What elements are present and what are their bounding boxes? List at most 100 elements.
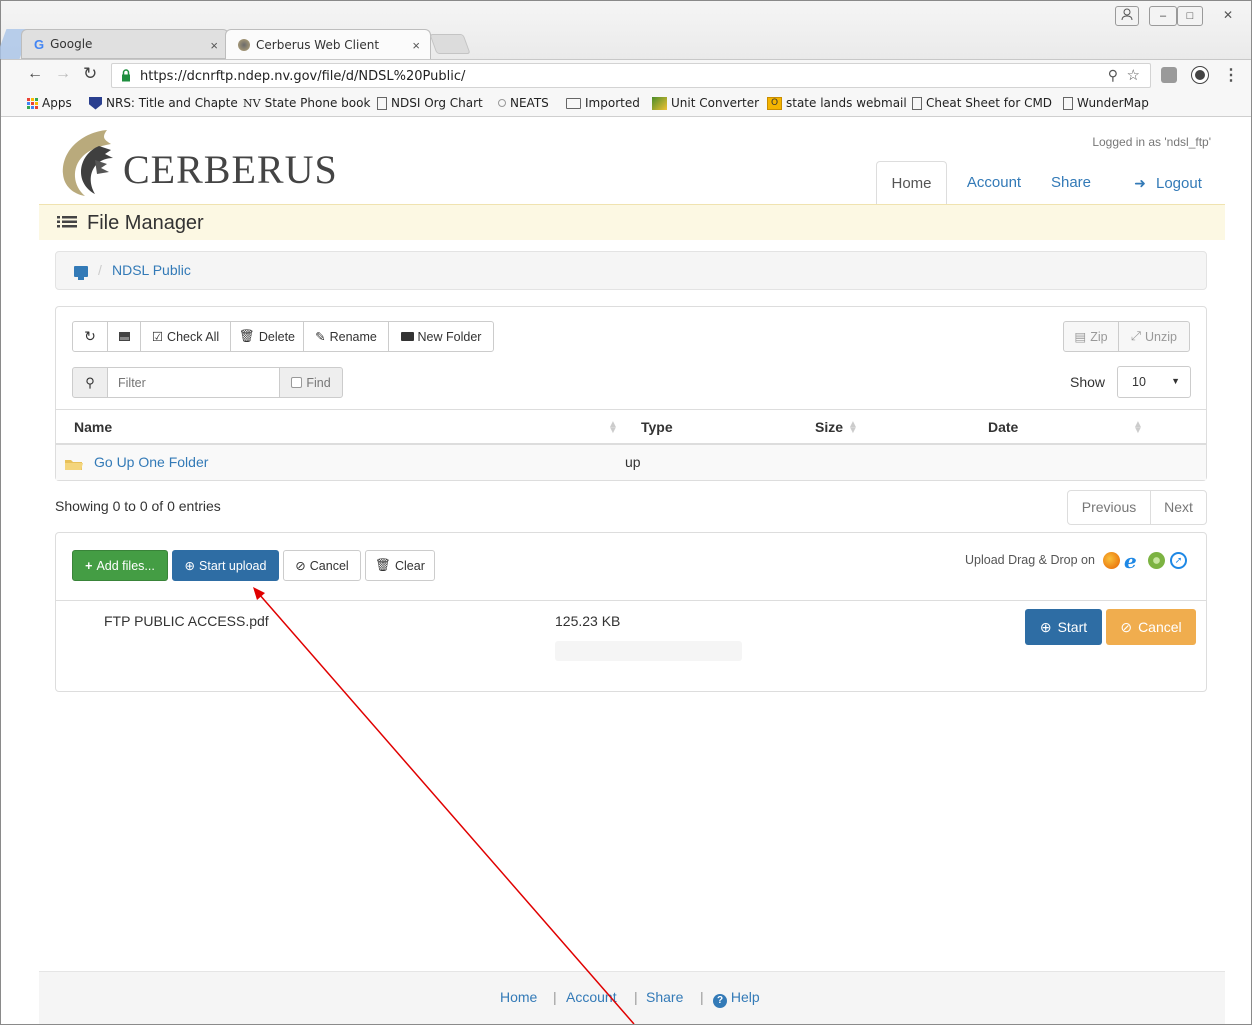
rename-button[interactable]: ✎ Rename: [303, 321, 389, 352]
start-file-button[interactable]: ⊕ Start: [1025, 609, 1102, 645]
new-folder-button[interactable]: New Folder: [388, 321, 494, 352]
bookmark-webmail[interactable]: O state lands webmail: [767, 96, 907, 110]
nav-account[interactable]: Account: [964, 161, 1024, 205]
web-page: CERBERUS Logged in as 'ndsl_ftp' Home Ac…: [39, 118, 1225, 1024]
footer-separator: |: [700, 989, 704, 1005]
add-files-button[interactable]: + Add files...: [72, 550, 168, 581]
footer-separator: |: [634, 989, 638, 1005]
col-name[interactable]: Name: [74, 410, 112, 444]
page-size-select[interactable]: 10 ▼: [1117, 366, 1191, 398]
nav-logout[interactable]: ➜ Logout: [1128, 161, 1208, 205]
translate-icon[interactable]: ⚲: [1108, 67, 1118, 84]
bookmark-apps[interactable]: Apps: [27, 96, 72, 110]
cancel-upload-button[interactable]: ⊘ Cancel: [283, 550, 361, 581]
table-header: Name ▲ ▼ Type Size ▲ ▼ Date ▲ ▼: [56, 409, 1206, 445]
bookmark-phone-book[interactable]: NV State Phone book: [243, 96, 370, 110]
breadcrumb-folder[interactable]: NDSL Public: [112, 262, 191, 278]
bookmark-nrs[interactable]: NRS: Title and Chapte: [89, 96, 238, 110]
bookmark-wundermap[interactable]: WunderMap: [1063, 96, 1149, 110]
col-type[interactable]: Type: [641, 410, 673, 444]
close-window-icon[interactable]: ✕: [1213, 8, 1243, 26]
nav-home[interactable]: Home: [876, 161, 947, 205]
zip-button[interactable]: ▤ Zip: [1063, 321, 1119, 352]
nav-share[interactable]: Share: [1046, 161, 1096, 205]
folder-icon: [566, 97, 581, 109]
find-checkbox-addon[interactable]: Find: [279, 367, 343, 398]
dot-icon: [498, 99, 506, 107]
omnibox[interactable]: https://dcnrftp.ndep.nv.gov/file/d/NDSL%…: [111, 63, 1151, 88]
footer-account[interactable]: Account: [566, 989, 617, 1005]
footer-help[interactable]: ? Help: [713, 989, 760, 1008]
bookmarks-bar: Apps NRS: Title and Chapte NV State Phon…: [1, 91, 1251, 117]
url-text[interactable]: https://dcnrftp.ndep.nv.gov/file/d/NDSL%…: [140, 69, 465, 84]
reload-icon[interactable]: ↻: [83, 64, 97, 84]
delete-button[interactable]: 🗑 Delete: [230, 321, 304, 352]
upload-progress-bar: [555, 641, 742, 661]
tab-close-icon[interactable]: ×: [412, 38, 420, 53]
browser-titlebar: G Google × Cerberus Web Client × – □ ✕: [0, 1, 1251, 61]
new-tab-button[interactable]: [429, 34, 471, 54]
cancel-file-button[interactable]: ⊘ Cancel: [1106, 609, 1196, 645]
checkbox-icon[interactable]: [291, 377, 303, 388]
cerberus-logo-icon[interactable]: [55, 124, 119, 198]
tab-cerberus[interactable]: Cerberus Web Client ×: [225, 29, 431, 59]
col-date[interactable]: Date: [988, 410, 1018, 444]
upload-circle-icon: ⊕: [1039, 618, 1052, 635]
bookmark-cheat-sheet[interactable]: Cheat Sheet for CMD: [912, 96, 1052, 110]
lock-icon: [121, 69, 131, 85]
chevron-down-icon: ▼: [1171, 376, 1180, 386]
menu-kebab-icon[interactable]: ⋮: [1223, 65, 1239, 85]
previous-page-button[interactable]: Previous: [1067, 490, 1151, 525]
sort-icon[interactable]: ▲ ▼: [848, 420, 858, 436]
col-size[interactable]: Size: [815, 410, 843, 444]
folder-up-icon: [64, 457, 83, 470]
page-icon: [1063, 96, 1073, 110]
forward-icon[interactable]: →: [55, 65, 71, 83]
clear-label: Clear: [395, 558, 425, 573]
refresh-button[interactable]: ↻: [72, 321, 108, 352]
back-icon[interactable]: ←: [27, 65, 43, 83]
maximize-icon[interactable]: □: [1177, 6, 1203, 26]
nv-icon: NV: [243, 96, 261, 110]
minimize-icon[interactable]: –: [1149, 6, 1177, 26]
page-icon: [377, 96, 387, 110]
tab-google-title: Google: [50, 37, 93, 51]
extension-icon[interactable]: [1161, 67, 1177, 83]
sort-icon[interactable]: ▲ ▼: [608, 420, 618, 436]
logged-in-text: Logged in as 'ndsl_ftp': [1092, 135, 1211, 149]
tab-google[interactable]: G Google ×: [21, 29, 229, 59]
table-row[interactable]: Go Up One Folder up: [56, 445, 1206, 480]
bookmark-org-chart[interactable]: NDSI Org Chart: [377, 96, 483, 110]
star-icon[interactable]: ☆: [1127, 66, 1140, 84]
upload-file-name: FTP PUBLIC ACCESS.pdf: [104, 613, 269, 629]
extension-circle-icon[interactable]: [1192, 67, 1208, 83]
check-all-button[interactable]: ☑ Check All: [140, 321, 231, 352]
user-profile-icon[interactable]: [1115, 6, 1139, 26]
apps-grid-icon: [27, 97, 38, 109]
bookmark-neats[interactable]: NEATS: [498, 96, 549, 110]
bookmark-unit-converter[interactable]: Unit Converter: [652, 96, 759, 110]
footer-share[interactable]: Share: [646, 989, 683, 1005]
bookmark-label: Unit Converter: [671, 96, 760, 110]
cerberus-favicon-icon: [238, 38, 250, 51]
computer-icon[interactable]: [74, 266, 88, 277]
next-page-button[interactable]: Next: [1150, 490, 1207, 525]
row-type: up: [625, 454, 641, 470]
filter-input[interactable]: [107, 367, 280, 398]
footer: Home | Account | Share | ? Help: [39, 971, 1225, 1024]
chrome-icon: [1148, 552, 1165, 569]
divider: [56, 600, 1206, 601]
unzip-button[interactable]: ⤢ Unzip: [1118, 321, 1190, 352]
start-upload-button[interactable]: ⊕ Start upload: [172, 550, 279, 581]
go-up-link[interactable]: Go Up One Folder: [94, 454, 208, 470]
bookmark-imported[interactable]: Imported: [566, 96, 640, 110]
clear-button[interactable]: 🗑 Clear: [365, 550, 435, 581]
footer-home[interactable]: Home: [500, 989, 537, 1005]
list-icon: [57, 215, 77, 231]
bookmark-label: Imported: [585, 96, 640, 110]
thumbnail-button[interactable]: [107, 321, 141, 352]
tab-close-icon[interactable]: ×: [210, 38, 218, 53]
logo-text[interactable]: CERBERUS: [123, 146, 338, 193]
upload-panel: + Add files... ⊕ Start upload ⊘ Cancel 🗑…: [55, 532, 1207, 692]
sort-icon[interactable]: ▲ ▼: [1133, 420, 1143, 436]
